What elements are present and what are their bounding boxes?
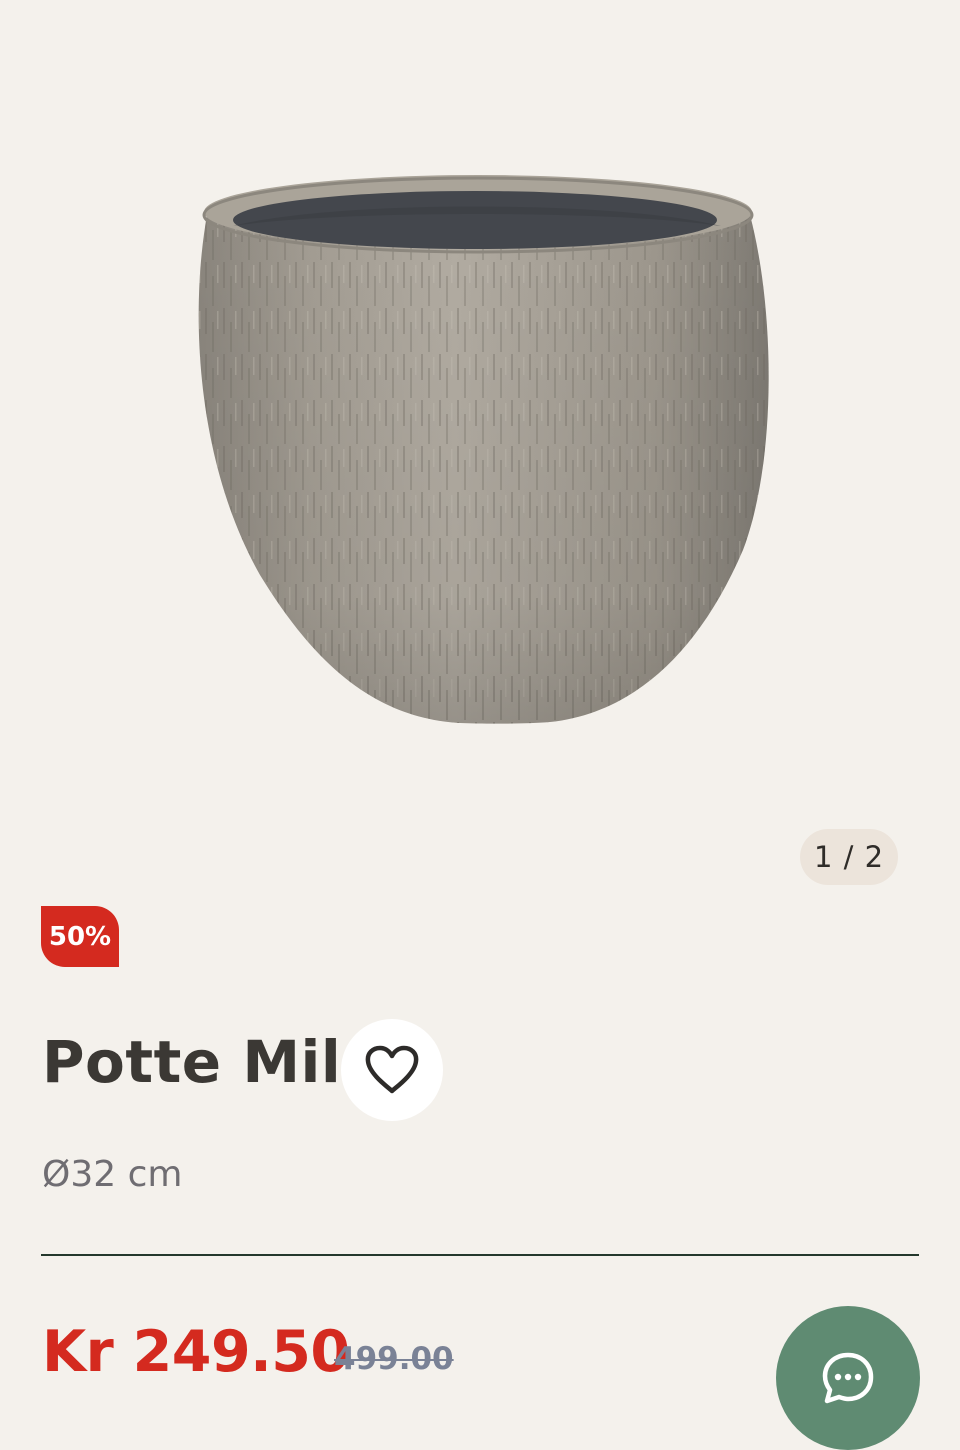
- chat-button[interactable]: [776, 1306, 920, 1450]
- original-price: 499.00: [334, 1341, 454, 1377]
- product-gallery[interactable]: 1 / 2: [0, 0, 960, 900]
- divider: [41, 1254, 919, 1256]
- favorite-button[interactable]: [341, 1019, 443, 1121]
- heart-outline-icon: [365, 1045, 419, 1094]
- current-price: Kr 249.50: [42, 1319, 350, 1385]
- product-title: Potte Milo: [42, 1028, 382, 1096]
- discount-badge: 50%: [41, 906, 119, 967]
- product-size: Ø32 cm: [42, 1154, 183, 1195]
- product-image: [198, 175, 769, 724]
- chat-bubble-icon: [822, 1352, 874, 1404]
- image-counter: 1 / 2: [800, 829, 898, 885]
